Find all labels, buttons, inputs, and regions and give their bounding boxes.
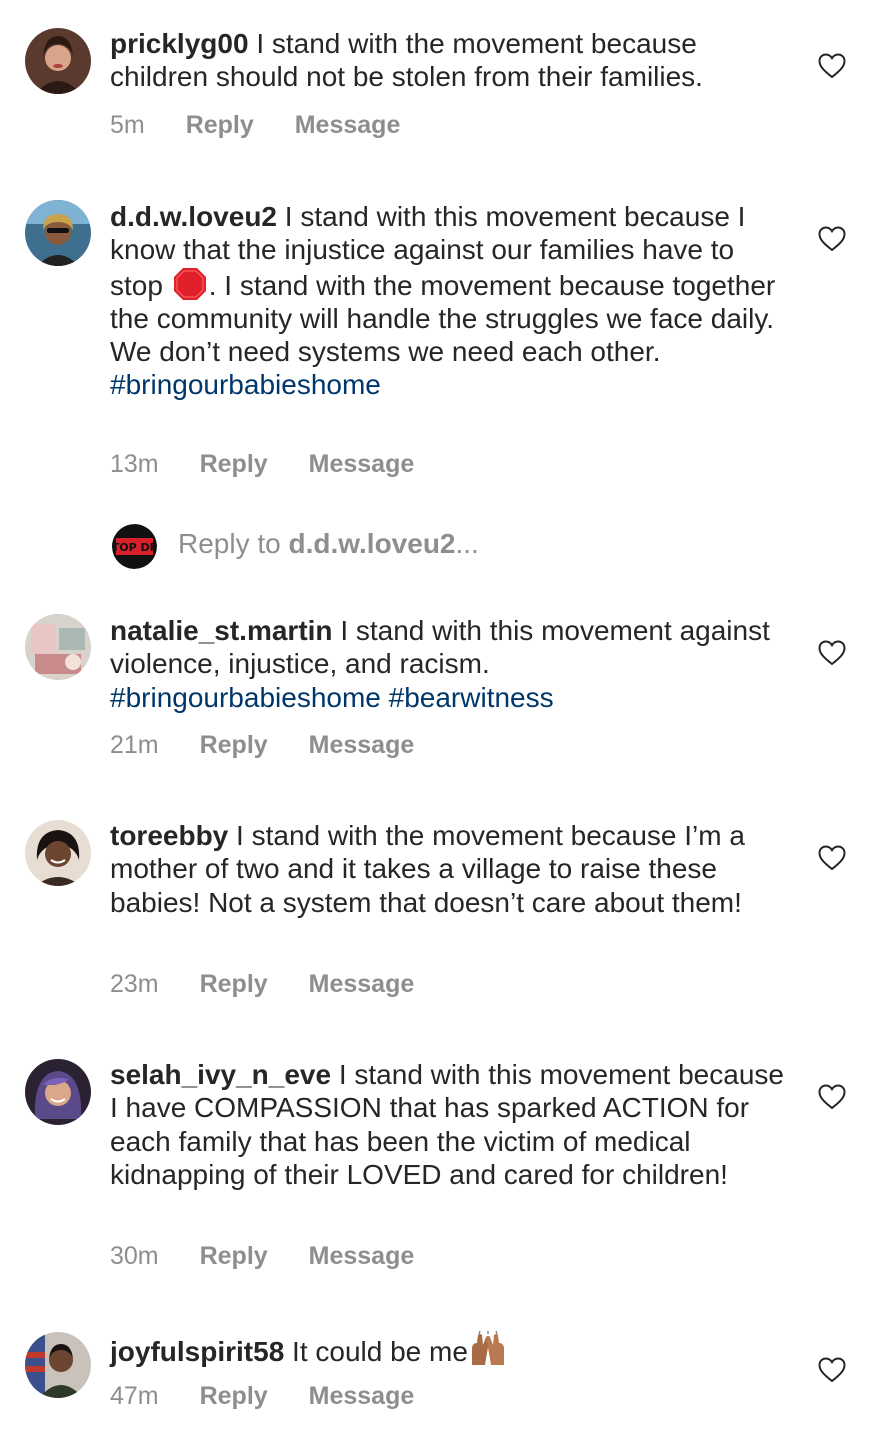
comment-meta: 21m Reply Message (110, 731, 414, 760)
comment-body: d.d.w.loveu2 I stand with this movement … (110, 200, 790, 402)
heart-icon[interactable] (818, 1357, 846, 1383)
avatar[interactable] (25, 1332, 91, 1398)
reply-button[interactable]: Reply (200, 450, 268, 479)
comment-time: 21m (110, 731, 159, 759)
comment-text: . I stand with the movement because toge… (110, 269, 776, 368)
reply-button[interactable]: Reply (186, 111, 254, 140)
avatar[interactable] (25, 820, 91, 886)
comment-username[interactable]: natalie_st.martin (110, 615, 333, 646)
comment-username[interactable]: toreebby (110, 820, 228, 851)
comment-meta: 5m Reply Message (110, 111, 400, 140)
heart-icon[interactable] (818, 226, 846, 252)
avatar[interactable] (25, 614, 91, 680)
heart-icon[interactable] (818, 53, 846, 79)
comment-text: It could be me (292, 1336, 468, 1367)
message-button[interactable]: Message (309, 1242, 415, 1271)
comment-body: toreebby I stand with the movement becau… (110, 819, 790, 919)
message-button[interactable]: Message (309, 450, 415, 479)
hashtag-link[interactable]: #bringourbabieshome (110, 369, 381, 400)
comment-meta: 30m Reply Message (110, 1242, 414, 1271)
message-button[interactable]: Message (309, 970, 415, 999)
reply-to-prompt[interactable]: Reply to d.d.w.loveu2... (178, 528, 479, 560)
reply-to-ellipsis: ... (455, 528, 479, 559)
comment-body: joyfulspirit58 It could be me (110, 1330, 790, 1368)
comment-time: 5m (110, 111, 145, 139)
comment-time: 13m (110, 450, 159, 478)
reply-button[interactable]: Reply (200, 1382, 268, 1411)
comment-time: 47m (110, 1382, 159, 1410)
reply-button[interactable]: Reply (200, 1242, 268, 1271)
stop-sign-emoji (173, 267, 207, 301)
comment-username[interactable]: d.d.w.loveu2 (110, 201, 277, 232)
own-avatar: STOP DFS (112, 524, 157, 569)
hashtag-link[interactable]: #bringourbabieshome (110, 682, 381, 713)
comment-time: 23m (110, 970, 159, 998)
reply-to-username: d.d.w.loveu2 (288, 528, 456, 559)
comment-meta: 13m Reply Message (110, 450, 414, 479)
avatar-logo-text: STOP DFS (112, 541, 157, 554)
comment-meta: 47m Reply Message (110, 1382, 414, 1411)
avatar[interactable] (25, 28, 91, 94)
heart-icon[interactable] (818, 1084, 846, 1110)
reply-button[interactable]: Reply (200, 731, 268, 760)
hashtag-link[interactable]: #bearwitness (389, 682, 554, 713)
comment-username[interactable]: pricklyg00 (110, 28, 249, 59)
comment-username[interactable]: joyfulspirit58 (110, 1336, 284, 1367)
comment-meta: 23m Reply Message (110, 970, 414, 999)
message-button[interactable]: Message (309, 731, 415, 760)
raising-hands-emoji (468, 1330, 508, 1367)
avatar[interactable] (25, 200, 91, 266)
comment-username[interactable]: selah_ivy_n_eve (110, 1059, 331, 1090)
heart-icon[interactable] (818, 845, 846, 871)
heart-icon[interactable] (818, 640, 846, 666)
avatar[interactable] (25, 1059, 91, 1125)
message-button[interactable]: Message (309, 1382, 415, 1411)
comment-time: 30m (110, 1242, 159, 1270)
reply-button[interactable]: Reply (200, 970, 268, 999)
comment-body: natalie_st.martin I stand with this move… (110, 614, 790, 714)
reply-to-label: Reply to (178, 528, 289, 559)
comment-body: selah_ivy_n_eve I stand with this moveme… (110, 1058, 790, 1191)
comment-body: pricklyg00 I stand with the movement bec… (110, 27, 790, 94)
message-button[interactable]: Message (295, 111, 401, 140)
